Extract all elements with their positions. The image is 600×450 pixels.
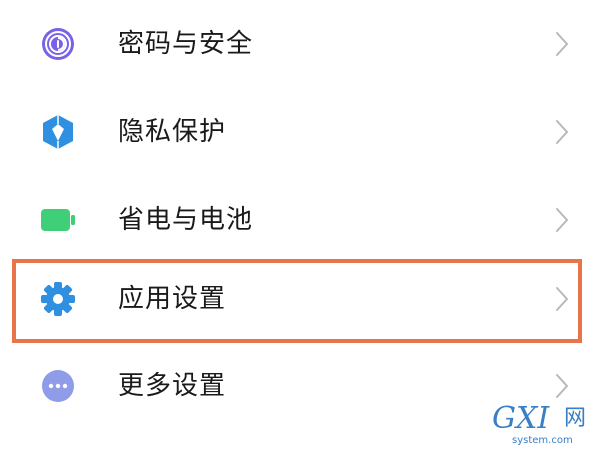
settings-list: 密码与安全 隐私保护 省电与电池 应用设置 更多设置 [0, 0, 600, 450]
watermark-chinese: 网 [564, 406, 587, 431]
watermark-letters: GXI [492, 401, 550, 436]
settings-item-battery[interactable]: 省电与电池 [0, 176, 600, 264]
chevron-right-icon [554, 285, 570, 313]
chevron-right-icon [554, 372, 570, 400]
battery-icon [38, 202, 78, 238]
settings-item-password-security[interactable]: 密码与安全 [0, 0, 600, 88]
settings-item-app-settings[interactable]: 应用设置 [0, 255, 600, 343]
more-dots-icon [38, 368, 78, 404]
settings-item-label: 隐私保护 [118, 117, 227, 147]
watermark-logo: GXI 网 system.com [492, 404, 596, 448]
chevron-right-icon [554, 30, 570, 58]
settings-item-label: 应用设置 [118, 284, 227, 314]
settings-item-privacy[interactable]: 隐私保护 [0, 88, 600, 176]
chevron-right-icon [554, 206, 570, 234]
privacy-shield-icon [38, 114, 78, 150]
settings-item-label: 省电与电池 [118, 205, 254, 235]
chevron-right-icon [554, 118, 570, 146]
watermark-url: system.com [512, 435, 573, 446]
settings-item-label: 更多设置 [118, 371, 227, 401]
gear-icon [38, 281, 78, 317]
settings-item-label: 密码与安全 [118, 29, 254, 59]
fingerprint-icon [38, 26, 78, 62]
